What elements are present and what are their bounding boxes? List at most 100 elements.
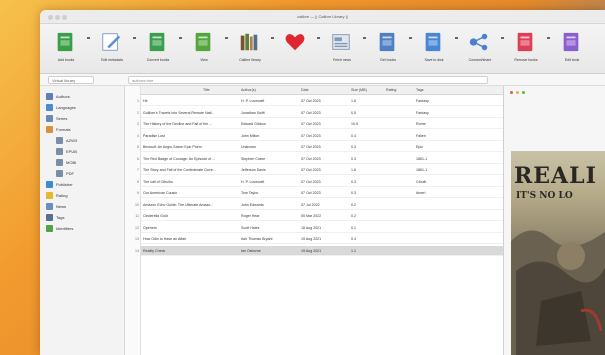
cell-size: 1.6	[351, 168, 356, 172]
sidebar-item-languages[interactable]: Languages	[46, 103, 122, 113]
cell-author: H. P. Lovecraft	[241, 179, 265, 184]
cell-author: Jonathan Swift	[241, 110, 265, 115]
table-row[interactable]: 2 Gulliver's Travels Into Several Remote …	[137, 108, 503, 118]
tags-icon	[46, 214, 53, 221]
toolbar-label: Fetch news	[333, 58, 351, 62]
cover-title: REALI	[514, 163, 597, 189]
cell-size: 0.3	[351, 191, 356, 195]
table-row[interactable]: 5 Beowulf: An Anglo-Saxon Epic Poem Unknow…	[137, 142, 503, 152]
cell-date: 07 Oct 2023	[301, 110, 321, 115]
row-number: 4	[137, 133, 139, 138]
table-row[interactable]: 7 The Story and Fall of the Confederate G…	[137, 165, 503, 175]
cell-title: Amazon Echo Guide: The Ultimate Amazo...	[143, 202, 214, 207]
cell-date: 18 Aug 2021	[301, 225, 322, 230]
row-number: 5	[137, 145, 139, 149]
sidebar-item-label: Formats	[56, 127, 71, 132]
format-icon	[56, 137, 63, 144]
format-icon	[56, 170, 63, 177]
table-row[interactable]: 9 Our American Cousin Tom Taylor 07 Oct 202…	[137, 188, 503, 198]
sidebar-item-label: Tags	[56, 215, 65, 220]
toolbar-label: Calibre library	[239, 58, 261, 62]
book-list: Title Author(s) Date Size (MB) Rating Tags 1H…	[135, 86, 503, 355]
cell-title: Cinderella Gold	[143, 214, 168, 218]
column-header-author-s[interactable]: Author(s)	[241, 88, 256, 92]
table-row[interactable]: 10 Amazon Echo Guide: The Ultimate Amazo.…	[135, 200, 503, 210]
sidebar-item-rating[interactable]: Rating	[46, 191, 122, 201]
heart-button[interactable]	[274, 28, 318, 70]
sidebar-item-pdf[interactable]: PDF	[56, 169, 132, 179]
row-number: 1	[137, 99, 139, 103]
fetch-news-button[interactable]: Fetch news	[320, 28, 364, 70]
heart-icon	[284, 30, 306, 54]
remove-books-button[interactable]: Remove books	[504, 28, 548, 70]
sidebar-item-formats[interactable]: Formats	[46, 125, 122, 135]
cell-tags: 1861-1	[416, 156, 428, 161]
edit-metadata-button[interactable]: Edit metadata	[90, 28, 134, 70]
sidebar-item-news[interactable]: News	[46, 202, 122, 212]
sidebar-item-azw3[interactable]: AZW3	[56, 136, 132, 146]
panel-zoom-button[interactable]	[522, 91, 525, 94]
convert-books-button[interactable]: Convert books	[136, 28, 180, 70]
save-to-disk-button[interactable]: Save to disk	[412, 28, 456, 70]
cell-author: Roger Hear	[241, 214, 260, 218]
cover-subtitle: IT'S NO LO	[516, 191, 573, 201]
table-row[interactable]: 8 The call of Cthulhu H. P. Lovecraft 07 Oc…	[137, 177, 503, 187]
sidebar-item-label: Publisher	[56, 182, 73, 187]
cell-title: The Red Badge of Courage: An Episode of …	[143, 156, 216, 161]
sidebar-item-mobi[interactable]: MOBI	[56, 158, 132, 168]
cell-date: 07 Oct 2023	[301, 122, 321, 126]
sidebar-item-tags[interactable]: Tags	[46, 213, 122, 223]
add-books-button[interactable]: Add books	[44, 28, 88, 70]
cell-tags: Fallen	[416, 133, 426, 138]
cell-title: The History of the Decline and Fall of t…	[143, 122, 213, 126]
column-header-size-mb[interactable]: Size (MB)	[351, 88, 367, 92]
cell-author: H. P. Lovecraft	[241, 99, 265, 103]
cell-size: 0.3	[351, 145, 356, 149]
sidebar-item-series[interactable]: Series	[46, 114, 122, 124]
column-header-date[interactable]: Date	[301, 88, 309, 92]
cell-date: 07 Oct 2023	[301, 133, 321, 138]
panel-minimize-button[interactable]	[516, 91, 519, 94]
table-row[interactable]: 1 He H. P. Lovecraft 07 Oct 2023 1.6 Fantasy	[137, 96, 503, 106]
edit-book-button[interactable]: Edit book	[550, 28, 594, 70]
library-button[interactable]: Calibre library	[228, 28, 272, 70]
get-books-button[interactable]: Get books	[366, 28, 410, 70]
sidebar-item-label: PDF	[66, 171, 74, 176]
table-row[interactable]: 11 Cinderella Gold Roger Hear 05 Mar 2022 0.…	[135, 211, 503, 221]
row-number: 8	[137, 179, 139, 184]
table-row[interactable]: 4 Paradise Lost John Milton 07 Oct 2023 0.4 F…	[137, 131, 503, 141]
panel-close-button[interactable]	[510, 91, 513, 94]
table-row[interactable]: 14 Reality Check Ian Osborne 19 Aug 2021 1.1	[135, 245, 503, 256]
column-header-rating[interactable]: Rating	[386, 88, 396, 92]
cell-tags: 1861-1	[416, 168, 428, 172]
sidebar-item-epub[interactable]: EPUB	[56, 147, 132, 157]
cell-size: 1.6	[351, 99, 356, 103]
sidebar-item-publisher[interactable]: Publisher	[46, 180, 122, 190]
book-cover[interactable]: REALI IT'S NO LO	[511, 151, 605, 355]
cell-date: 07 Oct 2023	[301, 191, 321, 195]
main-toolbar: Add books Edit metadata Convert books View C…	[40, 24, 605, 74]
column-header-title[interactable]: Title	[203, 88, 210, 92]
connect-share-button[interactable]: Connect/share	[458, 28, 502, 70]
toolbar-label: Edit metadata	[101, 58, 123, 62]
row-number: 7	[137, 168, 139, 172]
table-row[interactable]: 13 How Odin to Have an Affair Ash Thomas B…	[135, 234, 503, 244]
connect-share-icon	[468, 30, 490, 54]
library-icon	[238, 30, 260, 54]
row-number: 12	[135, 225, 139, 230]
cell-author: John Milton	[241, 133, 260, 138]
tag-browser: Authors Languages Series Formats AZW3 EPUB MOB…	[40, 86, 125, 355]
virtual-library-selector[interactable]: Virtual library	[48, 76, 94, 84]
cell-title: Openers	[143, 225, 157, 230]
column-header-tags[interactable]: Tags	[416, 88, 424, 92]
sidebar-item-identifiers[interactable]: Identifiers	[46, 224, 122, 234]
table-row[interactable]: 3 The History of the Decline and Fall of …	[137, 119, 503, 129]
cell-size: 0.1	[351, 225, 356, 230]
table-row[interactable]: 6 The Red Badge of Courage: An Episode of…	[137, 154, 503, 164]
book-search-input[interactable]: authors:true	[128, 76, 488, 84]
view-button[interactable]: View	[182, 28, 226, 70]
add-books-icon	[54, 30, 76, 54]
formats-icon	[46, 126, 53, 133]
table-row[interactable]: 12 Openers Scott Hales 18 Aug 2021 0.1	[135, 223, 503, 233]
sidebar-item-authors[interactable]: Authors	[46, 92, 122, 102]
